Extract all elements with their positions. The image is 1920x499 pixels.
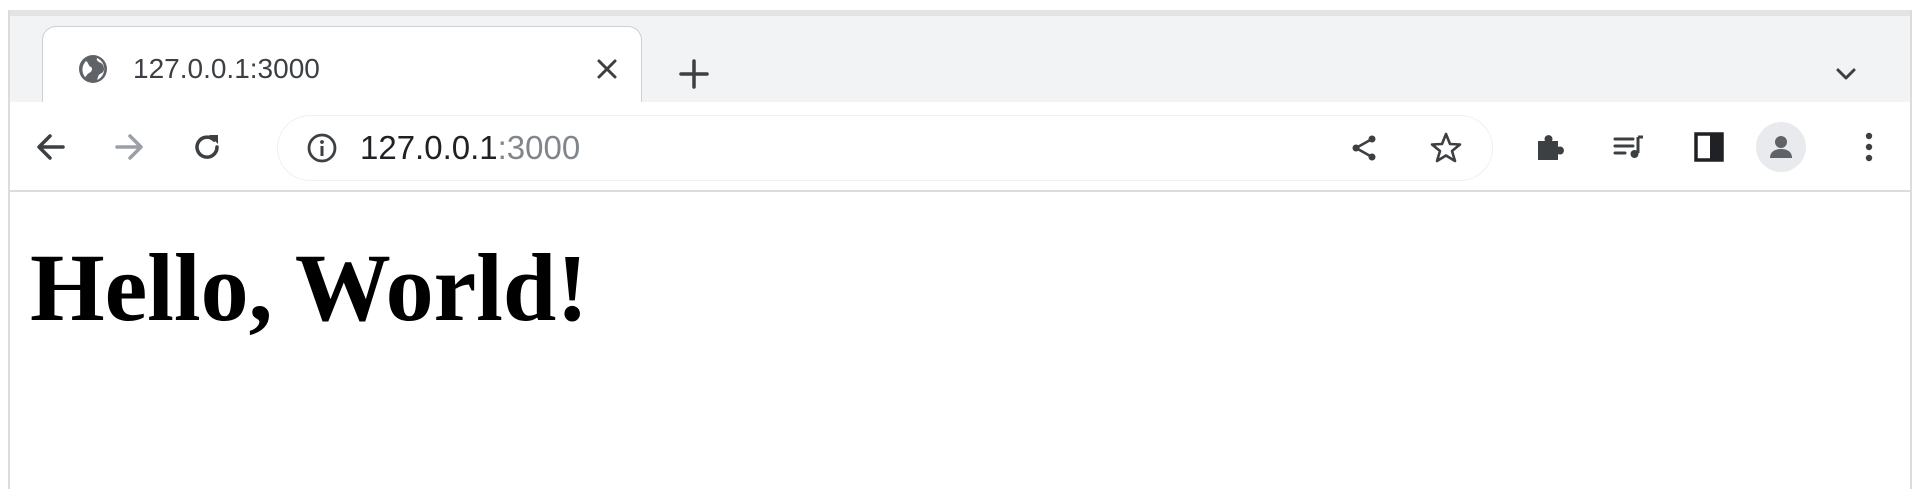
active-tab[interactable]: 127.0.0.1:3000 (42, 26, 642, 108)
profile-avatar-icon[interactable] (1756, 122, 1806, 172)
address-host: 127.0.0.1 (360, 129, 498, 166)
bookmark-star-icon[interactable] (1426, 128, 1466, 168)
address-bar[interactable]: 127.0.0.1:3000 (278, 116, 1492, 180)
tab-strip: 127.0.0.1:3000 (10, 10, 1910, 108)
reload-icon[interactable] (186, 126, 228, 168)
kebab-menu-icon[interactable] (1848, 126, 1890, 168)
address-port: :3000 (497, 129, 581, 166)
navigation-toolbar: 127.0.0.1:3000 (10, 102, 1910, 192)
globe-icon (77, 53, 109, 85)
back-arrow-icon[interactable] (30, 126, 72, 168)
extensions-puzzle-icon[interactable] (1528, 126, 1570, 168)
close-tab-icon[interactable] (589, 51, 625, 87)
page-heading: Hello, World! (30, 234, 589, 341)
forward-arrow-icon[interactable] (108, 126, 150, 168)
info-icon[interactable] (306, 132, 338, 164)
tab-title: 127.0.0.1:3000 (133, 53, 320, 84)
new-tab-icon[interactable] (674, 54, 714, 94)
browser-window: 127.0.0.1:3000 127.0.0.1:3000 Hello, Wor… (8, 10, 1912, 489)
address-url[interactable]: 127.0.0.1:3000 (360, 130, 580, 166)
media-queue-icon[interactable] (1608, 126, 1650, 168)
page-content: Hello, World! (10, 192, 1910, 489)
side-panel-icon[interactable] (1688, 126, 1730, 168)
chevron-down-icon[interactable] (1826, 54, 1866, 94)
share-icon[interactable] (1344, 128, 1384, 168)
